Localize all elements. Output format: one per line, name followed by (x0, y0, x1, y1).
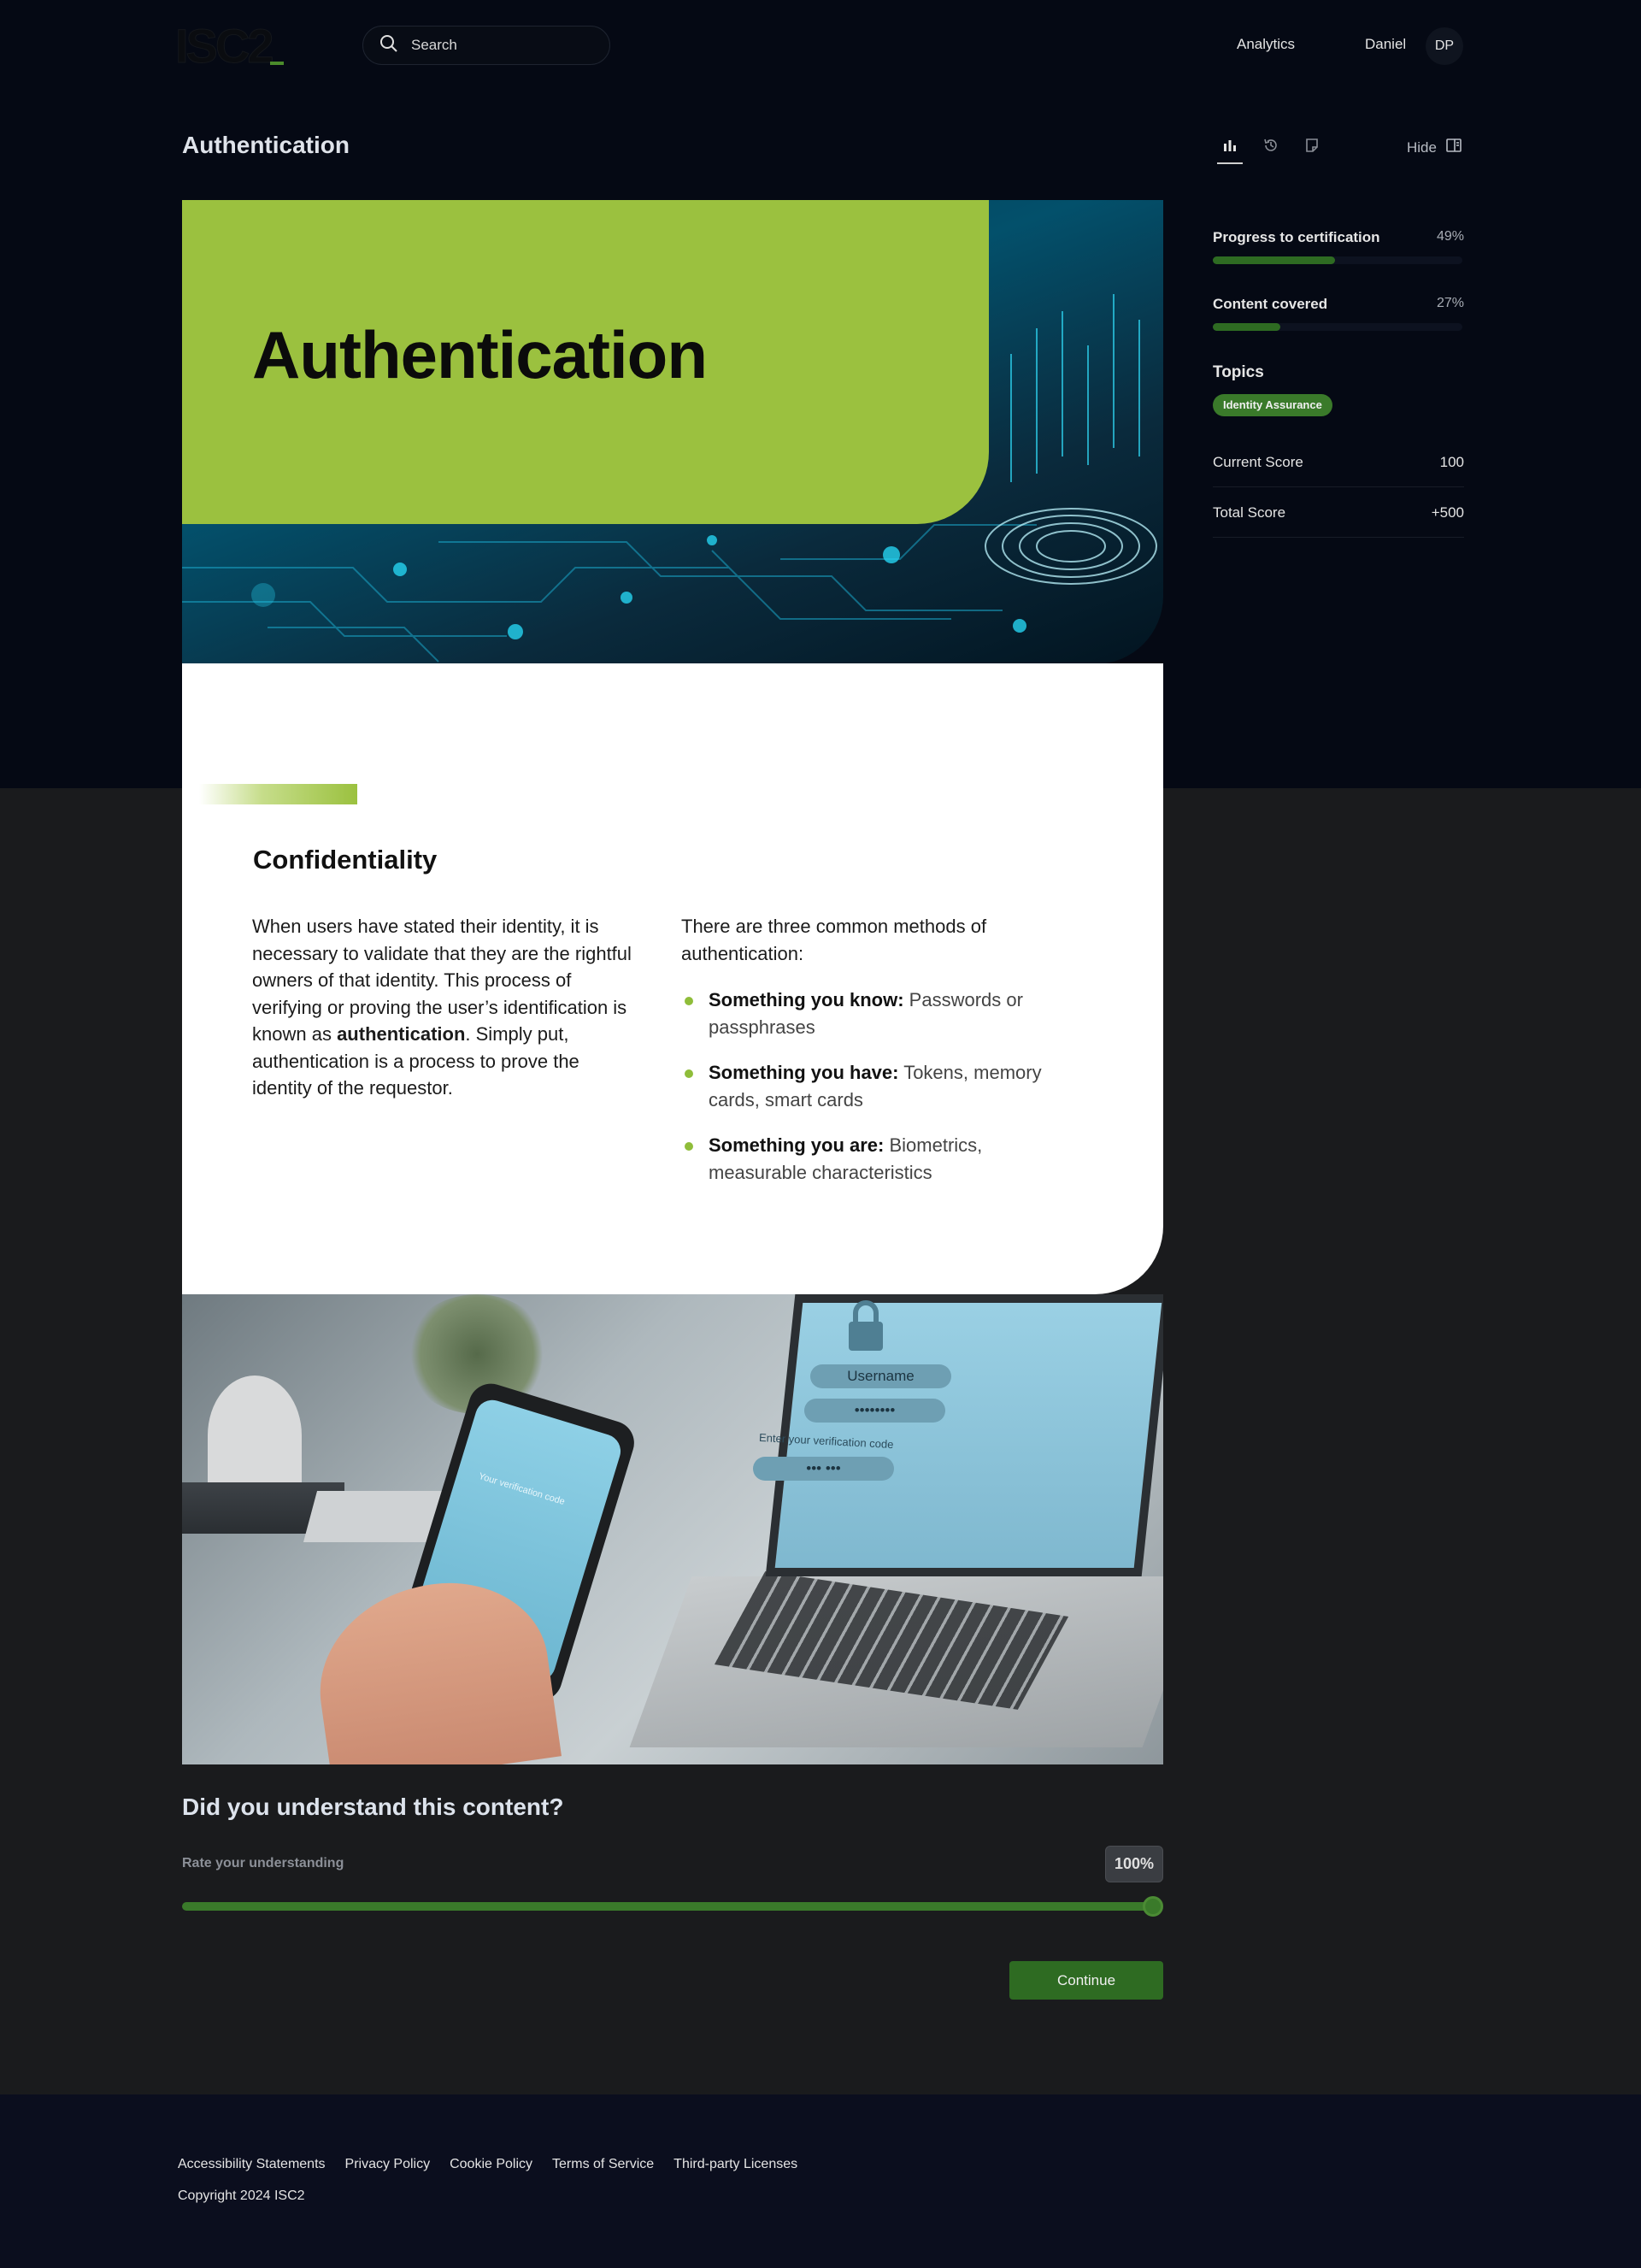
sidebar-tool-tabs (1217, 133, 1325, 164)
tab-stats[interactable] (1217, 133, 1243, 164)
nav-analytics-link[interactable]: Analytics (1237, 36, 1295, 53)
rating-slider-thumb[interactable] (1143, 1896, 1163, 1917)
code-field: ••• ••• (753, 1457, 894, 1481)
total-score-row: Total Score +500 (1213, 488, 1464, 538)
content-covered-value: 27% (1436, 296, 1464, 310)
body-paragraph: When users have stated their identity, i… (252, 913, 632, 1102)
body-bold-term: authentication (337, 1023, 466, 1045)
hero-title: Authentication (252, 317, 708, 392)
current-score-label: Current Score (1213, 453, 1303, 470)
bullet-icon (685, 1142, 693, 1151)
authentication-photo: Username •••••••• Enter your verificatio… (182, 1294, 1163, 1764)
methods-intro: There are three common methods of authen… (681, 916, 987, 964)
rating-slider-fill (182, 1902, 1153, 1911)
method-name: Something you know: (709, 989, 904, 1010)
list-item: Something you know: Passwords or passphr… (681, 987, 1083, 1040)
user-name[interactable]: Daniel (1365, 36, 1406, 53)
footer-link-accessibility[interactable]: Accessibility Statements (178, 2157, 326, 2172)
list-item: Something you have: Tokens, memory cards… (681, 1059, 1083, 1113)
footer-link-cookie[interactable]: Cookie Policy (450, 2157, 532, 2172)
content-covered-label: Content covered (1213, 296, 1328, 312)
rating-label: Rate your understanding (182, 1856, 344, 1870)
hide-sidebar-button[interactable]: Hide (1407, 137, 1462, 158)
sidebar-panel-icon (1445, 137, 1462, 158)
footer-link-terms[interactable]: Terms of Service (552, 2157, 654, 2172)
content-covered-bar (1213, 323, 1462, 331)
search-input[interactable] (411, 37, 582, 54)
rating-value[interactable]: 100% (1105, 1846, 1163, 1882)
footer (0, 2094, 1641, 2268)
search-icon (379, 33, 399, 58)
lock-icon (840, 1294, 891, 1354)
progress-bar-fill (1213, 256, 1336, 264)
avatar[interactable]: DP (1426, 27, 1463, 65)
copyright: Copyright 2024 ISC2 (178, 2188, 305, 2203)
tab-history[interactable] (1258, 133, 1284, 164)
current-score-value: 100 (1439, 453, 1464, 470)
topic-chip[interactable]: Identity Assurance (1213, 394, 1332, 416)
content-covered-bar-fill (1213, 323, 1280, 331)
progress-bar (1213, 256, 1462, 264)
history-icon (1262, 137, 1279, 158)
bar-chart-icon (1221, 137, 1238, 158)
isc2-logo[interactable]: ISC2 (175, 21, 274, 70)
footer-links: Accessibility Statements Privacy Policy … (178, 2157, 797, 2172)
footer-link-privacy[interactable]: Privacy Policy (345, 2157, 431, 2172)
rating-title: Did you understand this content? (182, 1794, 564, 1820)
rating-slider-track[interactable] (182, 1902, 1153, 1911)
bullet-icon (685, 1069, 693, 1078)
topics-title: Topics (1213, 363, 1264, 381)
total-score-value: +500 (1431, 504, 1464, 521)
header: ISC2 Analytics Daniel DP (0, 0, 1641, 92)
tab-notes[interactable] (1299, 133, 1325, 164)
hero-banner: Authentication (182, 200, 1163, 664)
progress-label: Progress to certification (1213, 229, 1380, 245)
search-box[interactable] (362, 26, 610, 65)
continue-button[interactable]: Continue (1009, 1961, 1163, 2000)
total-score-label: Total Score (1213, 504, 1286, 521)
current-score-row: Current Score 100 (1213, 438, 1464, 487)
list-item: Something you are: Biometrics, measurabl… (681, 1132, 1083, 1186)
bullet-icon (685, 997, 693, 1005)
username-field: Username (810, 1364, 951, 1388)
method-name: Something you are: (709, 1134, 885, 1156)
hide-label: Hide (1407, 138, 1437, 156)
page-title: Authentication (182, 132, 350, 158)
note-icon (1303, 137, 1320, 158)
logo-accent (270, 62, 284, 65)
section-title: Confidentiality (253, 845, 438, 875)
footer-link-licenses[interactable]: Third-party Licenses (673, 2157, 797, 2172)
password-field: •••••••• (804, 1399, 945, 1423)
progress-value: 49% (1436, 229, 1464, 244)
method-name: Something you have: (709, 1062, 899, 1083)
section-accent-bar (199, 784, 357, 804)
clock-shape (208, 1376, 302, 1495)
